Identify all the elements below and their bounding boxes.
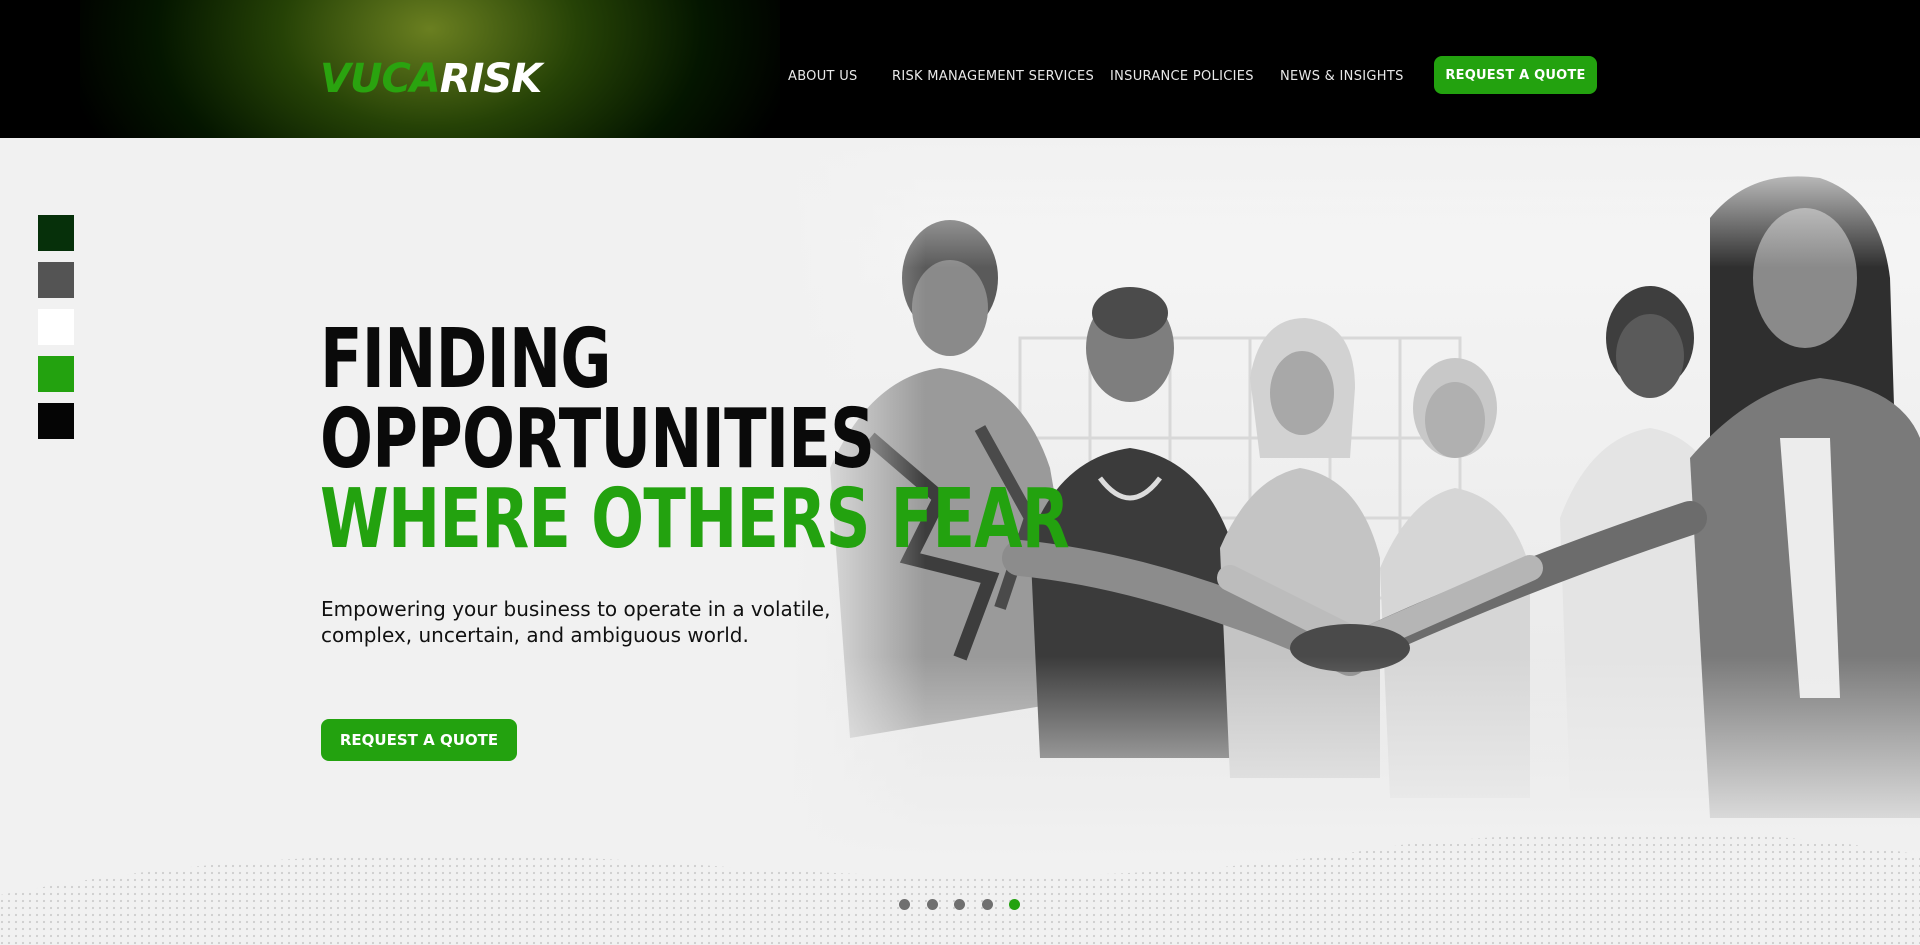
site-header: VUCA RISK ABOUT US RISK MANAGEMENT SERVIC… [0, 0, 1920, 138]
swatch [38, 356, 74, 392]
dotted-wave-decoration [0, 832, 1920, 945]
nav-about-us[interactable]: ABOUT US [788, 69, 858, 84]
headline-line-1: FINDING [320, 312, 612, 407]
pager-dot-4[interactable] [981, 899, 993, 910]
hero-section: FINDING OPPORTUNITIES WHERE OTHERS FEAR … [0, 138, 1920, 945]
pager-dot-5[interactable] [1009, 899, 1020, 910]
pager-dot-1[interactable] [899, 899, 910, 910]
nav-risk-management-services[interactable]: RISK MANAGEMENT SERVICES [892, 69, 1094, 84]
nav-insurance-policies[interactable]: INSURANCE POLICIES [1110, 69, 1254, 84]
swatch [38, 262, 74, 298]
color-swatches [38, 215, 74, 450]
pager-dot-3[interactable] [954, 899, 965, 910]
swatch [38, 215, 74, 251]
hero-subtext: Empowering your business to operate in a… [321, 597, 831, 647]
nav-news-insights[interactable]: NEWS & INSIGHTS [1280, 69, 1404, 84]
headline-line-3: WHERE OTHERS FEAR [320, 472, 1070, 567]
carousel-pager [899, 899, 1037, 910]
logo-part-risk: RISK [439, 56, 542, 102]
pager-dot-2[interactable] [926, 899, 938, 910]
logo-part-vuca: VUCA [320, 56, 441, 102]
hero-request-quote-button[interactable]: REQUEST A QUOTE [321, 719, 517, 761]
headline-line-2: OPPORTUNITIES [320, 392, 875, 487]
hero-headline: FINDING OPPORTUNITIES WHERE OTHERS FEAR [320, 312, 1070, 567]
swatch [38, 403, 74, 439]
header-request-quote-button[interactable]: REQUEST A QUOTE [1434, 56, 1597, 94]
swatch [38, 309, 74, 345]
logo[interactable]: VUCA RISK [320, 56, 542, 102]
